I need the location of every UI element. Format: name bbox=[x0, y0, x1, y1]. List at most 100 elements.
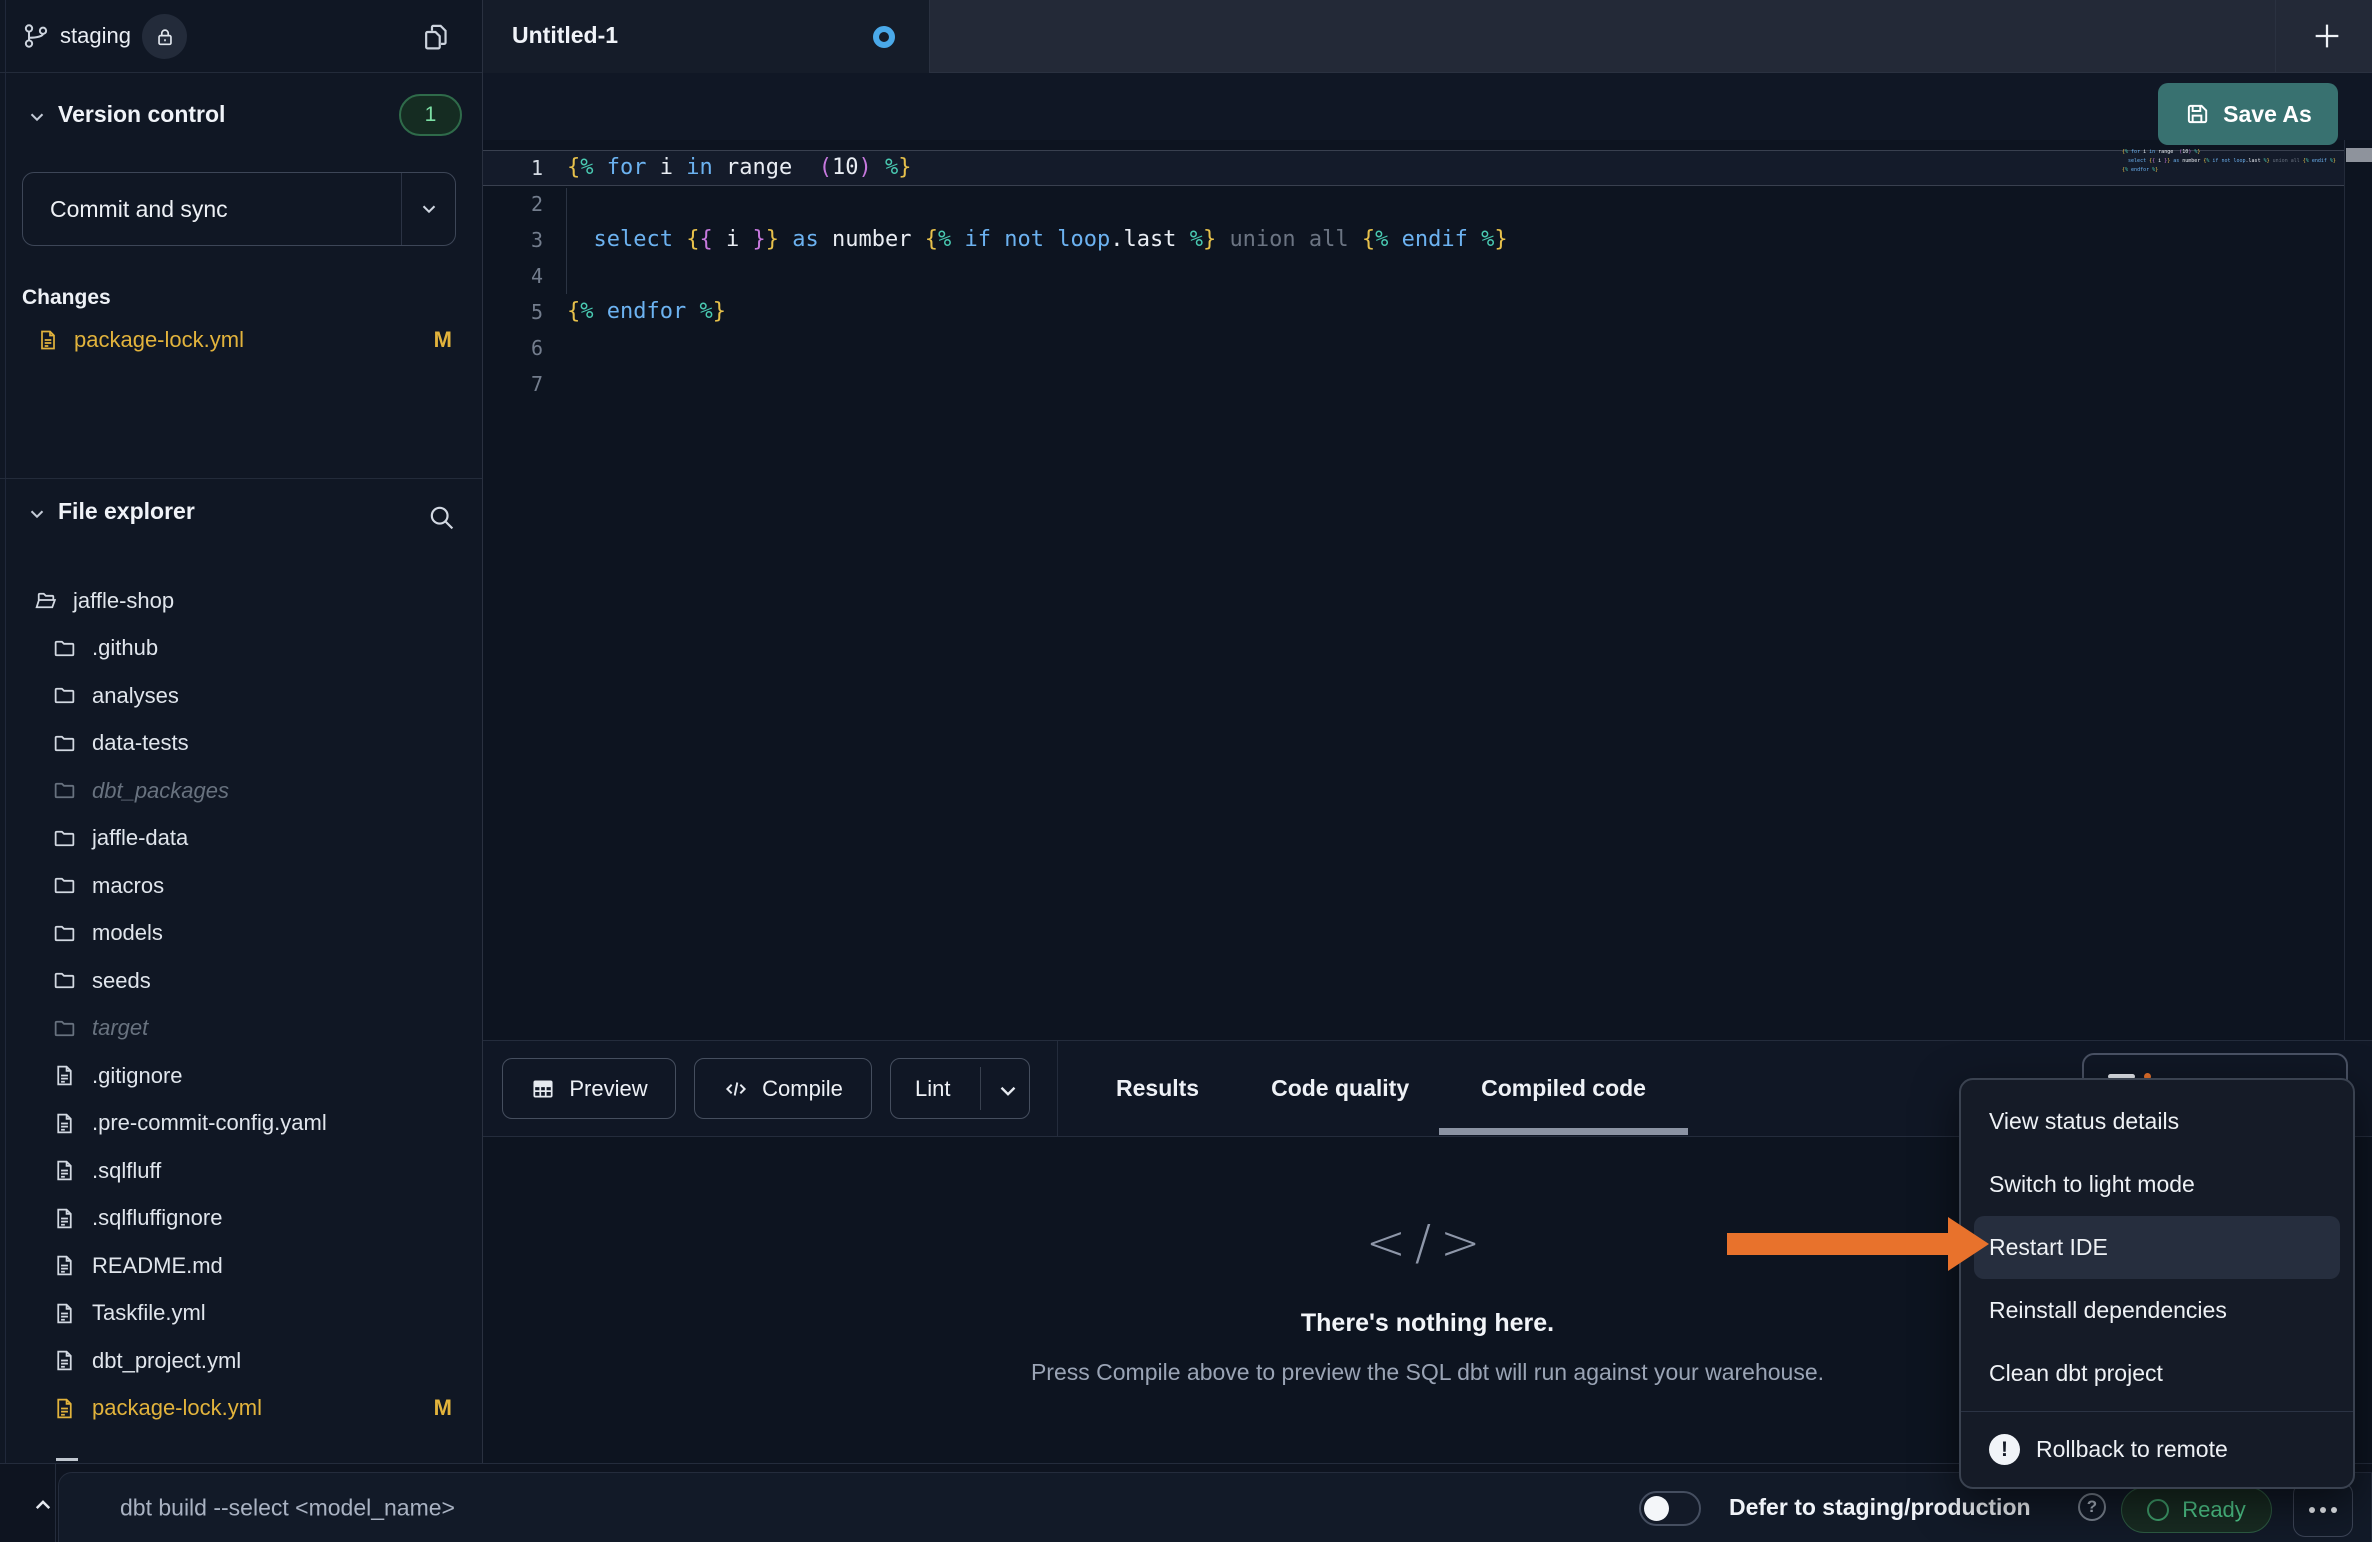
changed-file-package-lock.yml[interactable]: package-lock.ymlM bbox=[0, 317, 482, 363]
annotation-arrow-head bbox=[1948, 1217, 1989, 1271]
code-icon bbox=[723, 1076, 749, 1102]
tab-untitled-1[interactable]: Untitled-1 bbox=[483, 0, 930, 73]
chevron-down-icon[interactable] bbox=[995, 1078, 1017, 1100]
chevron-down-icon[interactable] bbox=[26, 106, 48, 128]
lint-button[interactable]: Lint bbox=[890, 1058, 1030, 1119]
file-tree-item-jaffle-shop[interactable]: jaffle-shop bbox=[0, 577, 482, 625]
save-as-button[interactable]: Save As bbox=[2158, 83, 2338, 145]
defer-label: Defer to staging/production bbox=[1729, 1494, 2031, 1521]
modified-badge: M bbox=[434, 327, 452, 353]
code-line-7[interactable]: 7 bbox=[483, 366, 2344, 402]
folder-icon bbox=[52, 778, 77, 803]
version-control-panel: Version control 1 Commit and sync Change… bbox=[0, 73, 482, 479]
file-icon bbox=[52, 1348, 77, 1373]
folder-open-icon bbox=[33, 588, 58, 613]
file-tree-item-seeds[interactable]: seeds bbox=[0, 957, 482, 1005]
file-icon bbox=[52, 1396, 77, 1421]
folder-icon bbox=[52, 636, 77, 661]
minimap-line: select {{ i }} as number {% if not loop.… bbox=[2122, 157, 2312, 166]
menu-item-clean-dbt-project[interactable]: Clean dbt project bbox=[1961, 1342, 2353, 1405]
folder-icon bbox=[52, 968, 77, 993]
branch-lock-badge bbox=[142, 14, 187, 59]
git-branch-icon bbox=[22, 22, 50, 50]
compile-button[interactable]: Compile bbox=[694, 1058, 872, 1119]
line-number: 5 bbox=[483, 300, 567, 324]
scrollbar-track bbox=[2344, 140, 2345, 1040]
minimap-line: {% for i in range (10) %} bbox=[2122, 148, 2312, 157]
file-icon bbox=[52, 1158, 77, 1183]
code-line-4[interactable]: 4 bbox=[483, 258, 2344, 294]
results-tabs: Results Code quality Compiled code bbox=[1116, 1041, 1646, 1136]
file-icon bbox=[52, 1301, 77, 1326]
code-line-5[interactable]: 5{% endfor %} bbox=[483, 294, 2344, 330]
version-control-title: Version control bbox=[58, 101, 225, 128]
defer-toggle[interactable] bbox=[1639, 1491, 1701, 1526]
file-icon bbox=[52, 1253, 77, 1278]
tab-compiled-code[interactable]: Compiled code bbox=[1481, 1041, 1646, 1136]
tab-code-quality[interactable]: Code quality bbox=[1271, 1041, 1409, 1136]
file-tree-item-data-tests[interactable]: data-tests bbox=[0, 720, 482, 768]
file-tree-item-.sqlfluff[interactable]: .sqlfluff bbox=[0, 1147, 482, 1195]
branch-header: staging bbox=[0, 0, 482, 73]
dbt-cloud-ide: staging Version control 1 Commit and syn… bbox=[0, 0, 2372, 1542]
folder-icon bbox=[52, 873, 77, 898]
lock-icon bbox=[154, 26, 176, 48]
tab-results[interactable]: Results bbox=[1116, 1041, 1199, 1136]
code-editor[interactable]: 1{% for i in range (10) %}23 select {{ i… bbox=[483, 140, 2372, 1040]
more-options-button[interactable] bbox=[2293, 1482, 2353, 1537]
new-tab-button[interactable] bbox=[2310, 19, 2344, 53]
unsaved-dot-icon bbox=[873, 26, 895, 48]
chevron-down-icon[interactable] bbox=[26, 503, 48, 525]
branch-name[interactable]: staging bbox=[60, 23, 131, 49]
search-icon[interactable] bbox=[427, 503, 456, 532]
menu-item-restart-ide[interactable]: Restart IDE bbox=[1974, 1216, 2340, 1279]
file-tree-item-Taskfile.yml[interactable]: Taskfile.yml bbox=[0, 1290, 482, 1338]
table-icon bbox=[530, 1076, 556, 1102]
file-tree-item-.gitignore[interactable]: .gitignore bbox=[0, 1052, 482, 1100]
code-line-6[interactable]: 6 bbox=[483, 330, 2344, 366]
code-line-2[interactable]: 2 bbox=[483, 186, 2344, 222]
save-icon bbox=[2184, 101, 2210, 127]
file-tree-item-dbt_project.yml[interactable]: dbt_project.yml bbox=[0, 1337, 482, 1385]
menu-item-rollback-to-remote[interactable]: !Rollback to remote bbox=[1961, 1418, 2353, 1481]
help-icon[interactable]: ? bbox=[2078, 1493, 2106, 1521]
commit-options-chevron[interactable] bbox=[401, 173, 455, 245]
file-tree-item-.sqlfluffignore[interactable]: .sqlfluffignore bbox=[0, 1195, 482, 1243]
indent-guide bbox=[566, 188, 567, 294]
line-number: 7 bbox=[483, 372, 567, 396]
copy-icon[interactable] bbox=[421, 21, 452, 52]
file-tree-item-package-lock.yml[interactable]: package-lock.ymlM bbox=[0, 1385, 482, 1433]
file-tree-item-macros[interactable]: macros bbox=[0, 862, 482, 910]
file-tree-item-.github[interactable]: .github bbox=[0, 625, 482, 673]
minimap[interactable]: {% for i in range (10) %} select {{ i }}… bbox=[2122, 148, 2312, 175]
editor-toolbar: Save As bbox=[483, 73, 2372, 140]
folder-icon bbox=[52, 731, 77, 756]
file-tree-item-jaffle-data[interactable]: jaffle-data bbox=[0, 815, 482, 863]
scrollbar-thumb[interactable] bbox=[2346, 148, 2372, 162]
code-line-1[interactable]: 1{% for i in range (10) %} bbox=[483, 150, 2344, 186]
file-tree-item-target[interactable]: target bbox=[0, 1005, 482, 1053]
file-tree-item-dbt_packages[interactable]: dbt_packages bbox=[0, 767, 482, 815]
file-tree-item-.pre-commit-config.yaml[interactable]: .pre-commit-config.yaml bbox=[0, 1100, 482, 1148]
folder-icon bbox=[52, 1016, 77, 1041]
folder-icon bbox=[52, 921, 77, 946]
menu-divider bbox=[1961, 1411, 2353, 1412]
file-tree-item-README.md[interactable]: README.md bbox=[0, 1242, 482, 1290]
file-icon bbox=[52, 1111, 77, 1136]
changes-count-badge: 1 bbox=[399, 94, 462, 136]
menu-item-switch-to-light-mode[interactable]: Switch to light mode bbox=[1961, 1153, 2353, 1216]
file-tree-item-models[interactable]: models bbox=[0, 910, 482, 958]
chevron-up-icon[interactable] bbox=[28, 1490, 58, 1520]
sidebar: staging Version control 1 Commit and syn… bbox=[0, 0, 483, 1463]
changes-list: package-lock.ymlM bbox=[0, 317, 482, 363]
preview-button[interactable]: Preview bbox=[502, 1058, 676, 1119]
file-explorer-panel: File explorer jaffle-shop.githubanalyses… bbox=[0, 479, 482, 1463]
commit-and-sync-button[interactable]: Commit and sync bbox=[22, 172, 456, 246]
command-input[interactable]: dbt build --select <model_name> bbox=[120, 1495, 455, 1522]
code-line-3[interactable]: 3 select {{ i }} as number {% if not loo… bbox=[483, 222, 2344, 258]
menu-item-reinstall-dependencies[interactable]: Reinstall dependencies bbox=[1961, 1279, 2353, 1342]
ellipsis-icon bbox=[2309, 1507, 2315, 1513]
annotation-arrow bbox=[1727, 1233, 1949, 1255]
menu-item-view-status-details[interactable]: View status details bbox=[1961, 1090, 2353, 1153]
file-tree-item-analyses[interactable]: analyses bbox=[0, 672, 482, 720]
